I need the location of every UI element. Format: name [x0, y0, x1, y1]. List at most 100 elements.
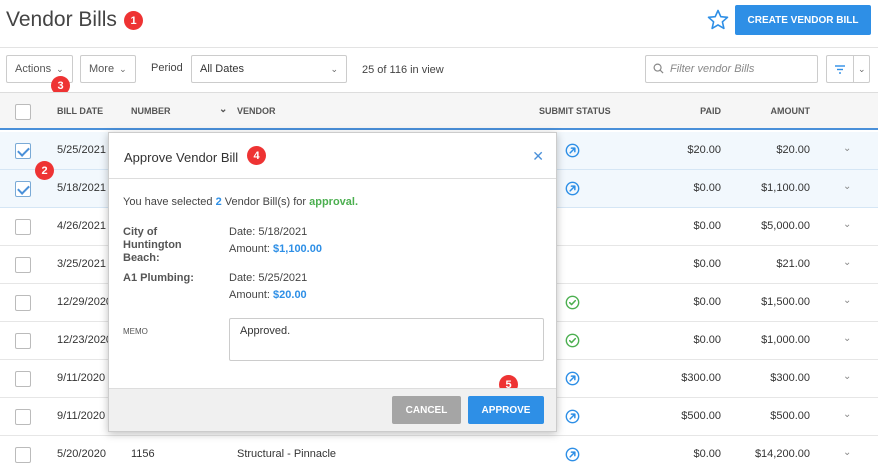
submit-arrow-icon[interactable] [565, 181, 580, 196]
selection-message: You have selected 2 Vendor Bill(s) for a… [123, 196, 358, 208]
submit-arrow-icon[interactable] [565, 447, 580, 462]
vendor-name: City of Huntington Beach: [123, 226, 182, 264]
vendor-amount-line: Amount: $1,100.00 [229, 241, 322, 258]
period-select[interactable]: All Dates ⌄ [191, 55, 347, 83]
create-vendor-bill-button[interactable]: CREATE VENDOR BILL [735, 5, 871, 35]
chevron-down-icon[interactable]: ⌄ [843, 143, 851, 154]
amount-cell: $1,000.00 [761, 334, 810, 346]
row-checkbox[interactable] [15, 181, 31, 197]
chevron-down-icon: ⌄ [119, 63, 127, 74]
page-header: Vendor Bills 1 CREATE VENDOR BILL [0, 0, 878, 48]
period-value: All Dates [200, 63, 245, 75]
filter-input[interactable]: Filter vendor Bills [645, 55, 818, 83]
paid-cell: $0.00 [693, 220, 721, 232]
col-submit-status[interactable]: SUBMIT STATUS [539, 106, 611, 116]
col-bill-date[interactable]: BILL DATE [57, 106, 103, 116]
select-all-checkbox[interactable] [15, 104, 31, 120]
approved-check-icon[interactable] [565, 333, 580, 348]
amount-label: Amount: [229, 243, 274, 255]
amount-cell: $1,100.00 [761, 182, 810, 194]
row-checkbox[interactable] [15, 219, 31, 235]
divider [853, 55, 854, 83]
vendor-date: Date: 5/18/2021 [229, 226, 308, 238]
paid-cell: $0.00 [693, 296, 721, 308]
modal-title: Approve Vendor Bill [124, 150, 239, 165]
annotation-badge-2: 2 [35, 161, 54, 180]
msg-prefix: You have selected [123, 196, 216, 208]
submit-arrow-icon[interactable] [565, 371, 580, 386]
row-checkbox[interactable] [15, 295, 31, 311]
paid-cell: $0.00 [693, 182, 721, 194]
chevron-down-icon: ⌄ [330, 64, 338, 74]
paid-cell: $0.00 [693, 448, 721, 460]
chevron-down-icon: ⌄ [858, 63, 866, 74]
bill-date-cell: 9/11/2020 [57, 372, 106, 384]
col-amount[interactable]: AMOUNT [771, 106, 811, 116]
vendor-amount: $20.00 [273, 289, 307, 301]
search-icon [653, 63, 664, 74]
memo-textarea[interactable]: Approved. [229, 318, 544, 361]
more-label: More [89, 63, 115, 75]
col-number[interactable]: NUMBER [131, 106, 171, 116]
amount-cell: $14,200.00 [754, 448, 810, 460]
chevron-down-icon[interactable]: ⌄ [843, 295, 851, 306]
annotation-badge-4: 4 [247, 146, 266, 165]
vendor-detail: Date: 5/18/2021 Amount: $1,100.00 [229, 224, 322, 258]
bill-date-cell: 12/23/2020 [57, 334, 113, 346]
more-dropdown[interactable]: More ⌄ [80, 55, 136, 83]
row-checkbox[interactable] [15, 143, 31, 159]
filter-placeholder: Filter vendor Bills [670, 63, 755, 75]
bill-date-cell: 12/29/2020 [57, 296, 113, 308]
close-icon[interactable]: ✕ [532, 148, 544, 165]
chevron-down-icon: ⌄ [56, 63, 64, 74]
period-label: Period [151, 62, 183, 74]
table-row[interactable]: 5/20/2020 1156 Structural - Pinnacle $0.00 $… [0, 436, 878, 469]
bill-date-cell: 9/11/2020 [57, 410, 106, 422]
row-checkbox[interactable] [15, 409, 31, 425]
row-checkbox[interactable] [15, 333, 31, 349]
bill-date-cell: 4/26/2021 [57, 220, 106, 232]
annotation-badge-1: 1 [124, 11, 143, 30]
row-checkbox[interactable] [15, 257, 31, 273]
paid-cell: $0.00 [693, 334, 721, 346]
amount-cell: $5,000.00 [761, 220, 810, 232]
amount-cell: $300.00 [770, 372, 810, 384]
chevron-down-icon[interactable]: ⌄ [843, 447, 851, 458]
chevron-down-icon[interactable]: ⌄ [843, 409, 851, 420]
row-checkbox[interactable] [15, 371, 31, 387]
star-icon[interactable] [706, 8, 730, 32]
bill-date-cell: 5/25/2021 [57, 144, 106, 156]
number-cell: 1156 [131, 448, 155, 460]
approve-button[interactable]: APPROVE [468, 396, 544, 424]
chevron-down-icon[interactable]: ⌄ [843, 181, 851, 192]
row-checkbox[interactable] [15, 447, 31, 463]
actions-label: Actions [15, 63, 52, 75]
submit-arrow-icon[interactable] [565, 409, 580, 424]
vendor-amount: $1,100.00 [273, 243, 322, 255]
vendor-cell: Structural - Pinnacle [237, 448, 337, 460]
chevron-down-icon[interactable]: ⌄ [219, 104, 227, 115]
col-vendor[interactable]: VENDOR [237, 106, 276, 116]
bill-date-cell: 3/25/2021 [57, 258, 106, 270]
paid-cell: $20.00 [687, 144, 721, 156]
paid-cell: $300.00 [681, 372, 721, 384]
cancel-button[interactable]: CANCEL [392, 396, 461, 424]
chevron-down-icon[interactable]: ⌄ [843, 257, 851, 268]
modal-header: Approve Vendor Bill 4 ✕ [109, 133, 556, 179]
vendor-name: A1 Plumbing: [123, 272, 194, 284]
chevron-down-icon[interactable]: ⌄ [843, 333, 851, 344]
filter-menu-button[interactable]: ⌄ [826, 55, 870, 83]
approved-check-icon[interactable] [565, 295, 580, 310]
submit-arrow-icon[interactable] [565, 143, 580, 158]
amount-cell: $21.00 [776, 258, 810, 270]
approve-modal: Approve Vendor Bill 4 ✕ You have selecte… [108, 132, 557, 432]
memo-label: MEMO [123, 327, 148, 336]
chevron-down-icon[interactable]: ⌄ [843, 371, 851, 382]
filter-icon [835, 65, 845, 74]
msg-action: approval. [309, 196, 359, 208]
vendor-date: Date: 5/25/2021 [229, 272, 308, 284]
col-paid[interactable]: PAID [700, 106, 721, 116]
chevron-down-icon[interactable]: ⌄ [843, 219, 851, 230]
bill-date-cell: 5/18/2021 [57, 182, 106, 194]
table-header: BILL DATE NUMBER ⌄ VENDOR SUBMIT STATUS … [0, 92, 878, 130]
